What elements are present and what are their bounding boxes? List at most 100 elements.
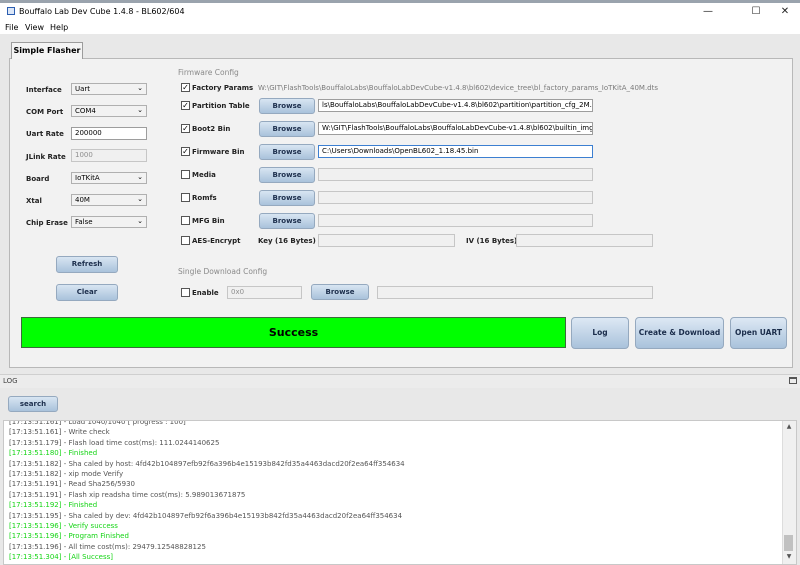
- log-title: LOG: [3, 377, 18, 385]
- log-line: [17:13:51.196] - All time cost(ms): 2947…: [9, 542, 206, 551]
- uart-rate-label: Uart Rate: [26, 130, 64, 138]
- com-port-label: COM Port: [26, 108, 64, 116]
- partition-table-checkbox[interactable]: ✓: [181, 101, 190, 110]
- mfg-bin-checkbox[interactable]: [181, 216, 190, 225]
- menu-help[interactable]: Help: [50, 23, 68, 32]
- status-success-bar: Success: [21, 317, 566, 348]
- tab-simple-flasher[interactable]: Simple Flasher: [11, 42, 83, 59]
- boot2-bin-path-input[interactable]: W:\GIT\FlashTools\BouffaloLabs\BouffaloL…: [318, 122, 593, 135]
- menu-bar: [0, 21, 800, 34]
- aes-key-input: [318, 234, 455, 247]
- media-path-input: [318, 168, 593, 181]
- com-port-value: COM4: [75, 107, 96, 115]
- create-download-button[interactable]: Create & Download: [635, 317, 724, 349]
- chip-erase-value: False: [75, 218, 93, 226]
- single-download-path-input: [377, 286, 653, 299]
- media-browse-button[interactable]: Browse: [259, 167, 315, 183]
- factory-params-label: Factory Params: [192, 84, 254, 92]
- log-line: [17:13:51.192] - Finished: [9, 501, 98, 510]
- log-line: [17:13:51.196] - Program Finished: [9, 532, 129, 541]
- clear-button[interactable]: Clear: [56, 284, 118, 301]
- refresh-button[interactable]: Refresh: [56, 256, 118, 273]
- log-lines: [17:13:51.161] - Load 1040/1040 [ progre…: [9, 420, 405, 563]
- com-port-select[interactable]: COM4 ⌄: [71, 105, 147, 117]
- log-line: [17:13:51.182] - xip mode Verify: [9, 470, 124, 479]
- romfs-path-input: [318, 191, 593, 204]
- minimize-icon[interactable]: —: [693, 4, 723, 20]
- mfg-bin-browse-button[interactable]: Browse: [259, 213, 315, 229]
- interface-value: Uart: [75, 85, 91, 93]
- board-label: Board: [26, 175, 50, 183]
- single-download-title: Single Download Config: [178, 267, 268, 276]
- firmware-bin-path-input[interactable]: C:\Users\Downloads\OpenBL602_1.18.45.bin: [318, 145, 593, 158]
- single-download-enable-label: Enable: [192, 289, 219, 297]
- media-checkbox[interactable]: [181, 170, 190, 179]
- scrollbar-thumb[interactable]: [784, 535, 793, 551]
- aes-encrypt-checkbox[interactable]: [181, 236, 190, 245]
- single-download-browse-button[interactable]: Browse: [311, 284, 369, 300]
- xtal-select[interactable]: 40M ⌄: [71, 194, 147, 206]
- romfs-browse-button[interactable]: Browse: [259, 190, 315, 206]
- romfs-checkbox[interactable]: [181, 193, 190, 202]
- uart-rate-input[interactable]: 200000: [71, 127, 147, 140]
- aes-key-label: Key (16 Bytes): [258, 237, 316, 245]
- log-line: [17:13:51.191] - Flash xip readsha time …: [9, 490, 246, 499]
- board-value: IoTKitA: [75, 174, 100, 182]
- xtal-value: 40M: [75, 196, 90, 204]
- log-line: [17:13:51.161] - Write check: [9, 428, 110, 437]
- partition-table-path-input[interactable]: ls\BouffaloLabs\BouffaloLabDevCube-v1.4.…: [318, 99, 593, 112]
- firmware-bin-checkbox[interactable]: ✓: [181, 147, 190, 156]
- log-line: [17:13:51.196] - Verify success: [9, 522, 118, 531]
- aes-iv-label: IV (16 Bytes): [466, 237, 518, 245]
- log-line: [17:13:51.182] - Sha caled by host: 4fd4…: [9, 459, 405, 468]
- firmware-bin-label: Firmware Bin: [192, 148, 245, 156]
- chevron-down-icon: ⌄: [137, 195, 143, 203]
- menu-file[interactable]: File: [5, 23, 18, 32]
- maximize-panel-icon[interactable]: [789, 377, 797, 384]
- log-line: [17:13:51.179] - Flash load time cost(ms…: [9, 438, 220, 447]
- log-search-button[interactable]: search: [8, 396, 58, 412]
- chevron-down-icon: ⌄: [137, 84, 143, 92]
- single-download-enable-checkbox[interactable]: [181, 288, 190, 297]
- firmware-bin-browse-button[interactable]: Browse: [259, 144, 315, 160]
- interface-select[interactable]: Uart ⌄: [71, 83, 147, 95]
- log-line: [17:13:51.304] - [All Success]: [9, 553, 114, 562]
- scroll-up-icon[interactable]: ▲: [783, 423, 795, 433]
- aes-iv-input: [516, 234, 653, 247]
- chip-erase-select[interactable]: False ⌄: [71, 216, 147, 228]
- romfs-label: Romfs: [192, 194, 217, 202]
- partition-table-browse-button[interactable]: Browse: [259, 98, 315, 114]
- chevron-down-icon: ⌄: [137, 173, 143, 181]
- firmware-config-title: Firmware Config: [178, 68, 239, 77]
- jlink-rate-input: 1000: [71, 149, 147, 162]
- boot2-bin-checkbox[interactable]: ✓: [181, 124, 190, 133]
- xtal-label: Xtal: [26, 197, 42, 205]
- window-title: Bouffalo Lab Dev Cube 1.4.8 - BL602/604: [19, 7, 185, 16]
- aes-encrypt-label: AES-Encrypt: [192, 237, 241, 245]
- interface-label: Interface: [26, 86, 62, 94]
- log-line: [17:13:51.180] - Finished: [9, 449, 98, 458]
- log-header: [0, 374, 800, 388]
- log-line: [17:13:51.161] - Load 1040/1040 [ progre…: [9, 420, 186, 426]
- mfg-bin-path-input: [318, 214, 593, 227]
- chevron-down-icon: ⌄: [137, 217, 143, 225]
- chevron-down-icon: ⌄: [137, 106, 143, 114]
- boot2-bin-browse-button[interactable]: Browse: [259, 121, 315, 137]
- maximize-icon[interactable]: ☐: [741, 4, 771, 20]
- board-select[interactable]: IoTKitA ⌄: [71, 172, 147, 184]
- log-output[interactable]: [17:13:51.161] - Load 1040/1040 [ progre…: [3, 420, 797, 565]
- close-icon[interactable]: ✕: [770, 4, 800, 20]
- jlink-rate-label: JLink Rate: [26, 153, 66, 161]
- chip-erase-label: Chip Erase: [26, 219, 68, 227]
- partition-table-label: Partition Table: [192, 102, 250, 110]
- single-download-address-input: 0x0: [227, 286, 302, 299]
- menu-view[interactable]: View: [25, 23, 44, 32]
- factory-params-checkbox[interactable]: ✓: [181, 83, 190, 92]
- scroll-down-icon[interactable]: ▼: [783, 553, 795, 563]
- log-line: [17:13:51.191] - Read Sha256/5930: [9, 480, 135, 489]
- log-button[interactable]: Log: [571, 317, 629, 349]
- media-label: Media: [192, 171, 216, 179]
- open-uart-button[interactable]: Open UART: [730, 317, 787, 349]
- factory-params-path: W:\GIT\FlashTools\BouffaloLabs\BouffaloL…: [258, 84, 658, 92]
- log-line: [17:13:51.195] - Sha caled by dev: 4fd42…: [9, 511, 403, 520]
